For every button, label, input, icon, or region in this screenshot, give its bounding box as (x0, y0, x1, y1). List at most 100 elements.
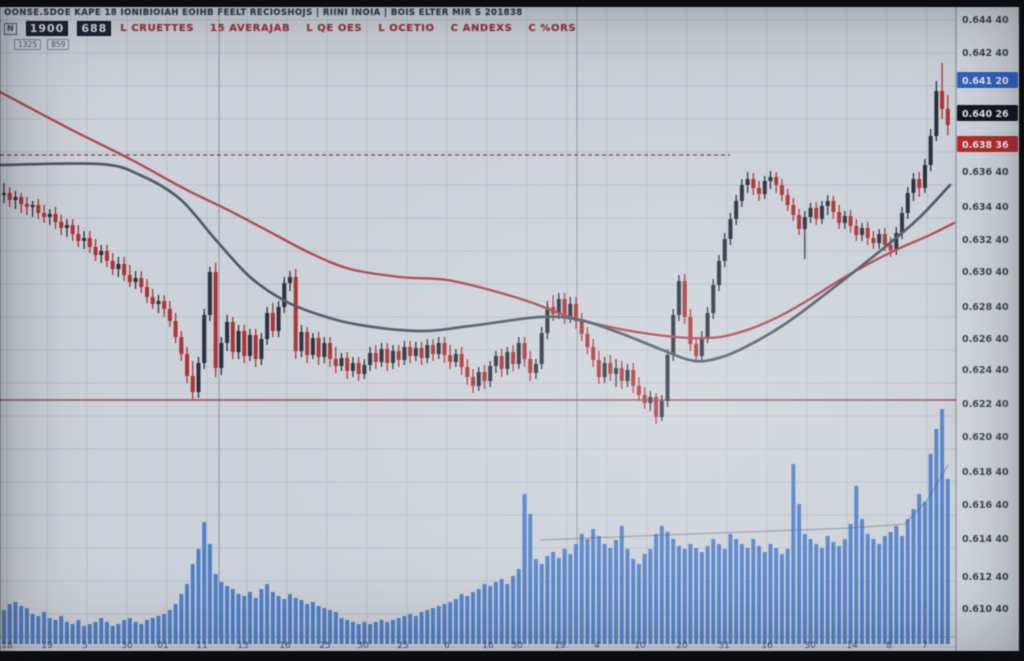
price-axis-label: 0.626 40 (962, 334, 1009, 345)
volume-bar (174, 604, 178, 644)
candle (322, 343, 326, 357)
volume-bar (900, 536, 904, 644)
candle (929, 136, 933, 165)
price-axis-label: 0.610 40 (962, 604, 1009, 615)
candle (334, 359, 338, 366)
candle (53, 214, 57, 222)
volume-bar (929, 454, 933, 644)
candle (397, 351, 401, 360)
volume-bar (111, 626, 115, 644)
volume-bar (820, 548, 824, 644)
candle (820, 206, 824, 219)
candle (231, 322, 235, 352)
volume-bar (151, 618, 155, 644)
volume-bar (19, 606, 23, 644)
volume-bar (2, 610, 6, 644)
volume-bar (803, 534, 807, 644)
candle (620, 368, 624, 381)
candle (746, 179, 750, 185)
candle (368, 353, 372, 365)
time-axis-label: 5 (82, 641, 88, 651)
volume-bar (585, 539, 589, 644)
candle (214, 272, 218, 368)
candle (877, 234, 881, 243)
volume-bar (603, 544, 607, 644)
time-axis-label: 16 (482, 641, 494, 651)
candle (603, 363, 607, 377)
volume-bar (145, 620, 149, 644)
candle (637, 386, 641, 395)
volume-bar (780, 554, 784, 644)
volume-bar (191, 564, 195, 644)
volume-bar (237, 594, 241, 644)
candle (374, 353, 378, 362)
candle (763, 181, 767, 194)
volume-bar (414, 616, 418, 644)
price-axis-label: 0.618 40 (962, 467, 1009, 478)
volume-bar (940, 409, 944, 644)
candle (2, 193, 6, 195)
candle (900, 213, 904, 233)
candle (196, 363, 200, 392)
candle (357, 363, 361, 374)
volume-bar (757, 546, 761, 644)
time-axis-label: 11 (196, 641, 207, 651)
candle (111, 261, 115, 269)
volume-bar (849, 524, 853, 644)
candle (660, 401, 664, 417)
volume-bar (528, 514, 532, 644)
candle (380, 349, 384, 362)
volume-bar (597, 536, 601, 644)
candle (116, 264, 120, 269)
volume-bar (643, 554, 647, 644)
volume-bar (402, 616, 406, 644)
price-chart[interactable]: 0.644 400.642 400.636 400.634 400.632 40… (0, 7, 1019, 651)
candle (351, 363, 355, 371)
volume-bar (277, 596, 281, 644)
price-axis-label: 0.612 40 (962, 572, 1009, 583)
candle (837, 212, 841, 223)
volume-bar (746, 548, 750, 644)
candle (271, 313, 275, 331)
candle (643, 395, 647, 403)
time-axis-label: 6 (444, 641, 450, 651)
svg-text:0.641 20: 0.641 20 (962, 76, 1009, 87)
volume-bar (185, 584, 189, 644)
candle (48, 214, 52, 217)
volume-bar (871, 539, 875, 644)
time-axis-label: 18 (1, 641, 13, 651)
time-axis-label: 4 (594, 641, 600, 651)
candle (174, 321, 178, 337)
candle (505, 352, 509, 369)
volume-bar (471, 592, 475, 644)
candle (809, 208, 813, 217)
candle (711, 285, 715, 313)
volume-bar (460, 594, 464, 644)
candle (162, 301, 166, 309)
candle (849, 216, 853, 226)
candle (585, 334, 589, 347)
candle (305, 332, 309, 355)
volume-bar (751, 539, 755, 644)
monitor-screen: 0.644 400.642 400.636 400.634 400.632 40… (0, 7, 1019, 651)
volume-bar (814, 544, 818, 644)
bid-price-tag: 0.640 26 (957, 105, 1018, 121)
time-axis-label: 7 (922, 641, 928, 651)
volume-bar (523, 494, 527, 644)
volume-bar (242, 596, 246, 644)
volume-bar (271, 592, 275, 644)
candle (408, 347, 412, 356)
volume-bar (946, 479, 950, 644)
price-axis-label: 0.634 40 (962, 202, 1009, 213)
volume-bar (545, 556, 549, 644)
volume-bar (625, 549, 629, 644)
candle (288, 277, 292, 283)
volume-bar (711, 539, 715, 644)
volume-bar (728, 534, 732, 644)
candle (940, 91, 944, 109)
volume-bar (889, 532, 893, 644)
volume-bar (671, 539, 675, 644)
candle (65, 225, 69, 228)
volume-bar (420, 612, 424, 644)
candle (488, 366, 492, 381)
